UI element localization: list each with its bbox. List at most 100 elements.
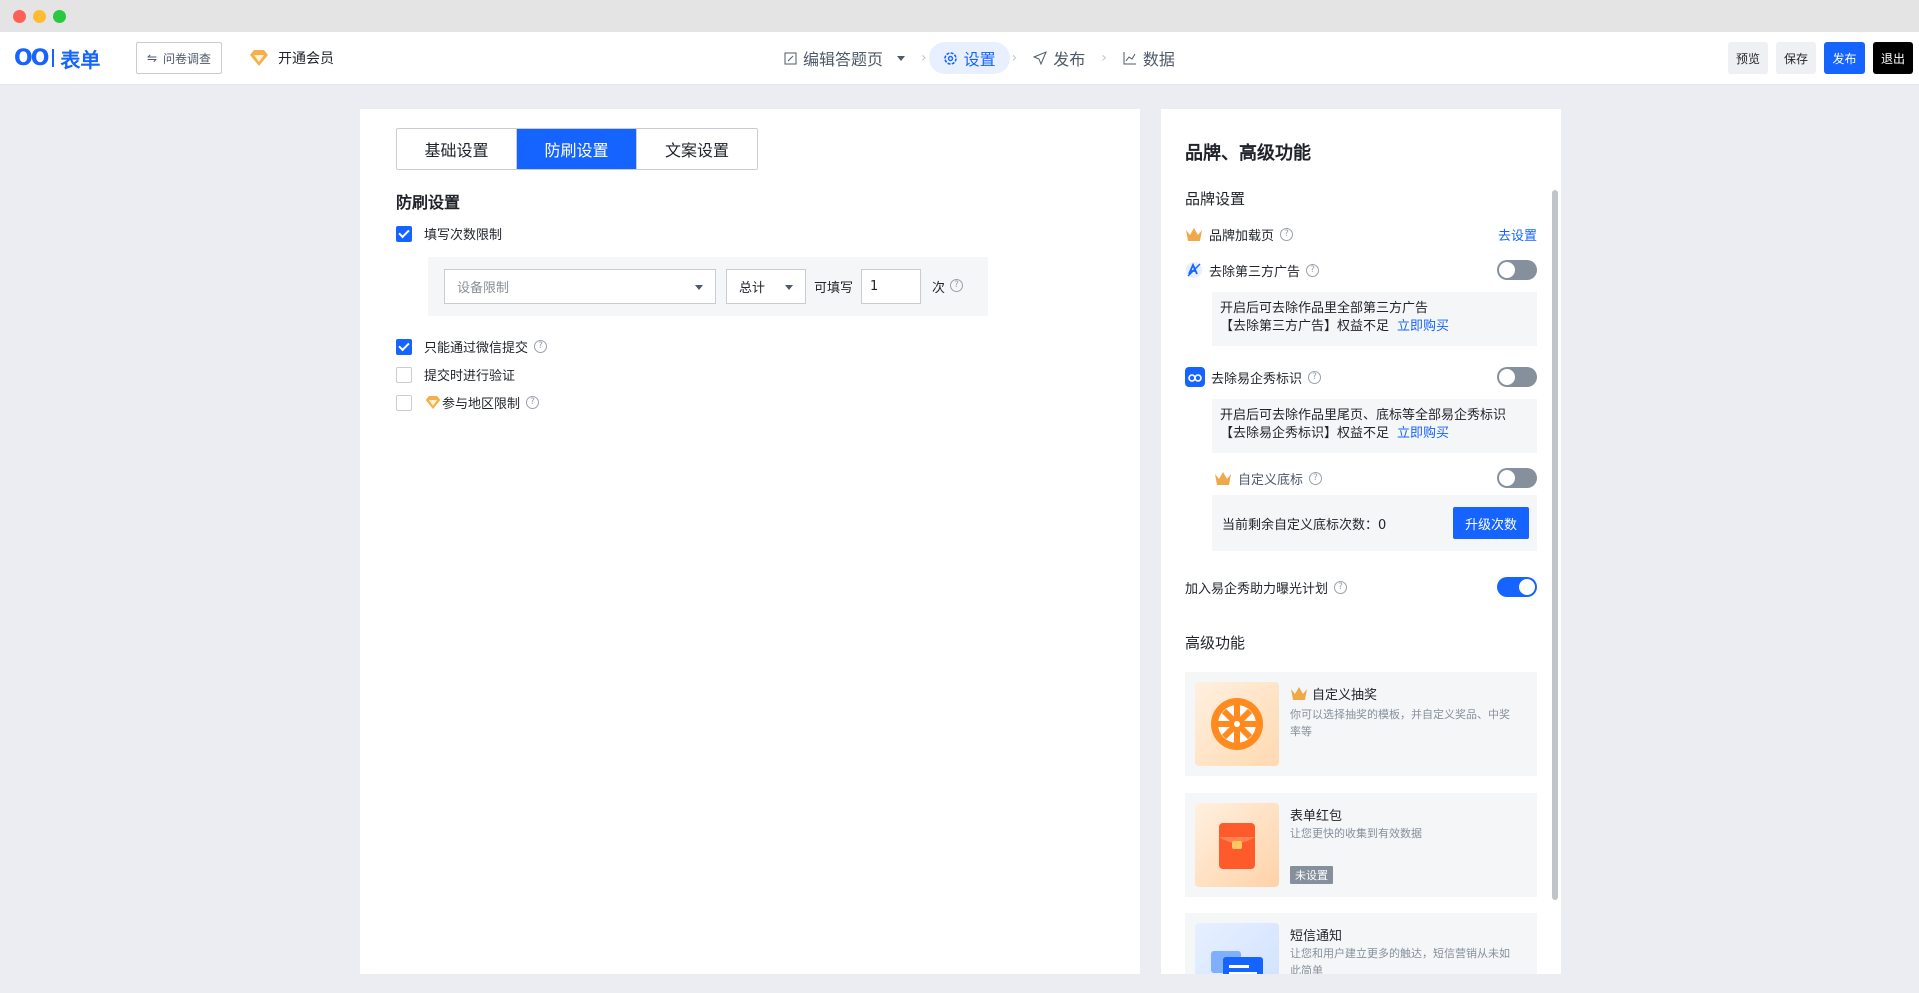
logo-text: 表单 — [60, 47, 101, 72]
help-icon[interactable]: ? — [950, 279, 963, 292]
remove-logo-info-line1: 开启后可去除作品里尾页、底标等全部易企秀标识 — [1220, 408, 1507, 423]
edit-icon — [784, 52, 797, 64]
nav-edit-page[interactable]: 编辑答题页 — [770, 42, 919, 74]
survey-type-button[interactable]: ⇋ 问卷调查 — [136, 42, 222, 74]
fill-count-input[interactable]: 1 — [861, 269, 921, 304]
tab-basic-settings[interactable]: 基础设置 — [397, 129, 517, 169]
chevron-right-icon: › — [1101, 50, 1107, 66]
help-icon[interactable]: ? — [526, 396, 540, 409]
exit-button[interactable]: 退出 — [1873, 42, 1913, 74]
help-icon[interactable]: ? — [1309, 471, 1323, 485]
go-settings-link[interactable]: 去设置 — [1498, 225, 1537, 244]
step-navigation: 编辑答题页 › 设置 › 发布 › 数据 — [770, 41, 1189, 75]
times-label: 次 — [932, 281, 946, 296]
remove-logo-label: 去除易企秀标识 — [1211, 371, 1303, 387]
buy-now-link[interactable]: 立即购买 — [1397, 426, 1449, 441]
panel-scrollbar[interactable] — [1552, 190, 1558, 900]
period-select[interactable]: 总计 — [726, 269, 806, 304]
close-window-button[interactable] — [13, 10, 26, 23]
buy-now-link[interactable]: 立即购买 — [1397, 319, 1449, 334]
minimize-window-button[interactable] — [33, 10, 46, 23]
nav-publish[interactable]: 发布 — [1019, 42, 1099, 74]
red-packet-title: 表单红包 — [1290, 809, 1343, 824]
help-icon[interactable]: ? — [1280, 227, 1294, 241]
period-value: 总计 — [739, 281, 766, 296]
remove-logo-info: 开启后可去除作品里尾页、底标等全部易企秀标识 【去除易企秀标识】权益不足 立即购买 — [1212, 399, 1537, 453]
custom-footer-quota: 当前剩余自定义底标次数：0 升级次数 — [1212, 495, 1537, 551]
caret-down-icon — [785, 285, 793, 290]
lottery-title-row: 自定义抽奖 — [1290, 684, 1377, 703]
maximize-window-button[interactable] — [53, 10, 66, 23]
tab-copy-settings[interactable]: 文案设置 — [637, 129, 757, 169]
lottery-title: 自定义抽奖 — [1312, 688, 1378, 703]
brand-loading-row: 品牌加载页 ? 去设置 — [1185, 223, 1537, 245]
nav-edit-label: 编辑答题页 — [803, 50, 884, 69]
section-title: 防刷设置 — [396, 193, 461, 212]
feature-card-sms[interactable]: 短信通知 让您和用户建立更多的触达，短信营销从未如此简单 — [1185, 913, 1537, 974]
exposure-plan-row: 加入易企秀助力曝光计划 ? — [1185, 576, 1537, 598]
region-limit-label: 参与地区限制 — [442, 397, 521, 412]
fill-limit-row[interactable]: 填写次数限制 — [396, 224, 502, 243]
verify-submit-checkbox[interactable] — [396, 366, 412, 383]
help-icon[interactable]: ? — [1306, 263, 1320, 277]
nav-data[interactable]: 数据 — [1109, 42, 1189, 74]
fill-limit-checkbox[interactable] — [396, 225, 412, 242]
survey-type-label: 问卷调查 — [163, 51, 212, 66]
logo-mark: OO — [14, 45, 49, 71]
exposure-plan-toggle[interactable] — [1497, 577, 1537, 597]
fill-limit-label: 填写次数限制 — [424, 228, 503, 243]
remove-ads-info: 开启后可去除作品里全部第三方广告 【去除第三方广告】权益不足 立即购买 — [1212, 292, 1537, 346]
publish-button[interactable]: 发布 — [1824, 42, 1865, 74]
logo-divider — [52, 49, 55, 67]
custom-footer-row: 自定义底标 ? — [1212, 467, 1537, 489]
wechat-only-row[interactable]: 只能通过微信提交 ? — [396, 337, 548, 356]
open-vip-link[interactable]: 开通会员 — [248, 46, 334, 70]
footer-remaining-text: 当前剩余自定义底标次数：0 — [1222, 518, 1387, 533]
nav-settings[interactable]: 设置 — [928, 42, 1010, 74]
save-button[interactable]: 保存 — [1776, 42, 1816, 74]
upgrade-button[interactable]: 升级次数 — [1453, 507, 1529, 539]
app-logo[interactable]: OO 表单 — [14, 44, 100, 72]
swap-icon: ⇋ — [146, 51, 158, 65]
red-packet-thumbnail — [1195, 803, 1279, 887]
status-badge: 未设置 — [1290, 866, 1333, 884]
chart-icon — [1123, 52, 1136, 65]
top-header: OO 表单 ⇋ 问卷调查 开通会员 编辑答题页 › 设置 › 发布 › 数据 预… — [0, 32, 1919, 85]
can-fill-label: 可填写 — [814, 281, 854, 296]
remove-logo-info-line2: 【去除易企秀标识】权益不足 — [1220, 426, 1390, 441]
tab-anti-spam-settings[interactable]: 防刷设置 — [517, 129, 637, 169]
nav-publish-label: 发布 — [1053, 50, 1086, 69]
remove-logo-row: 去除易企秀标识 ? — [1185, 366, 1537, 388]
chevron-down-icon[interactable] — [897, 55, 906, 61]
red-packet-icon — [1219, 823, 1255, 869]
verify-submit-label: 提交时进行验证 — [424, 369, 516, 384]
custom-footer-toggle[interactable] — [1497, 468, 1537, 488]
lottery-wheel-icon — [1211, 698, 1263, 750]
sms-desc: 让您和用户建立更多的触达，短信营销从未如此简单 — [1290, 947, 1510, 974]
remove-ads-row: 去除第三方广告 ? — [1185, 259, 1537, 281]
nav-settings-label: 设置 — [963, 50, 996, 69]
remove-ads-toggle[interactable] — [1497, 260, 1537, 280]
verify-submit-row[interactable]: 提交时进行验证 — [396, 365, 515, 384]
remove-logo-toggle[interactable] — [1497, 367, 1537, 387]
crown-icon — [1291, 687, 1307, 700]
help-icon[interactable]: ? — [534, 340, 548, 353]
window-titlebar — [0, 0, 1919, 32]
feature-card-lottery[interactable]: 自定义抽奖 你可以选择抽奖的模板，并自定义奖品、中奖率等 — [1185, 672, 1537, 776]
help-icon[interactable]: ? — [1334, 580, 1348, 594]
feature-card-red-packet[interactable]: 表单红包 让您更快的收集到有效数据 未设置 — [1185, 793, 1537, 897]
custom-footer-label: 自定义底标 — [1238, 472, 1304, 488]
wechat-only-checkbox[interactable] — [396, 338, 412, 355]
advanced-section-title: 高级功能 — [1185, 634, 1246, 652]
region-limit-row[interactable]: 参与地区限制 ? — [396, 393, 540, 412]
nav-data-label: 数据 — [1142, 50, 1175, 69]
device-limit-select[interactable]: 设备限制 — [444, 269, 716, 304]
vip-diamond-icon — [425, 395, 441, 410]
crown-icon — [1186, 227, 1202, 241]
help-icon[interactable]: ? — [1308, 370, 1322, 384]
crown-icon — [1215, 471, 1231, 485]
preview-button[interactable]: 预览 — [1728, 42, 1768, 74]
region-limit-checkbox[interactable] — [396, 394, 412, 411]
gear-icon — [943, 51, 957, 65]
exposure-plan-label: 加入易企秀助力曝光计划 — [1185, 581, 1329, 597]
